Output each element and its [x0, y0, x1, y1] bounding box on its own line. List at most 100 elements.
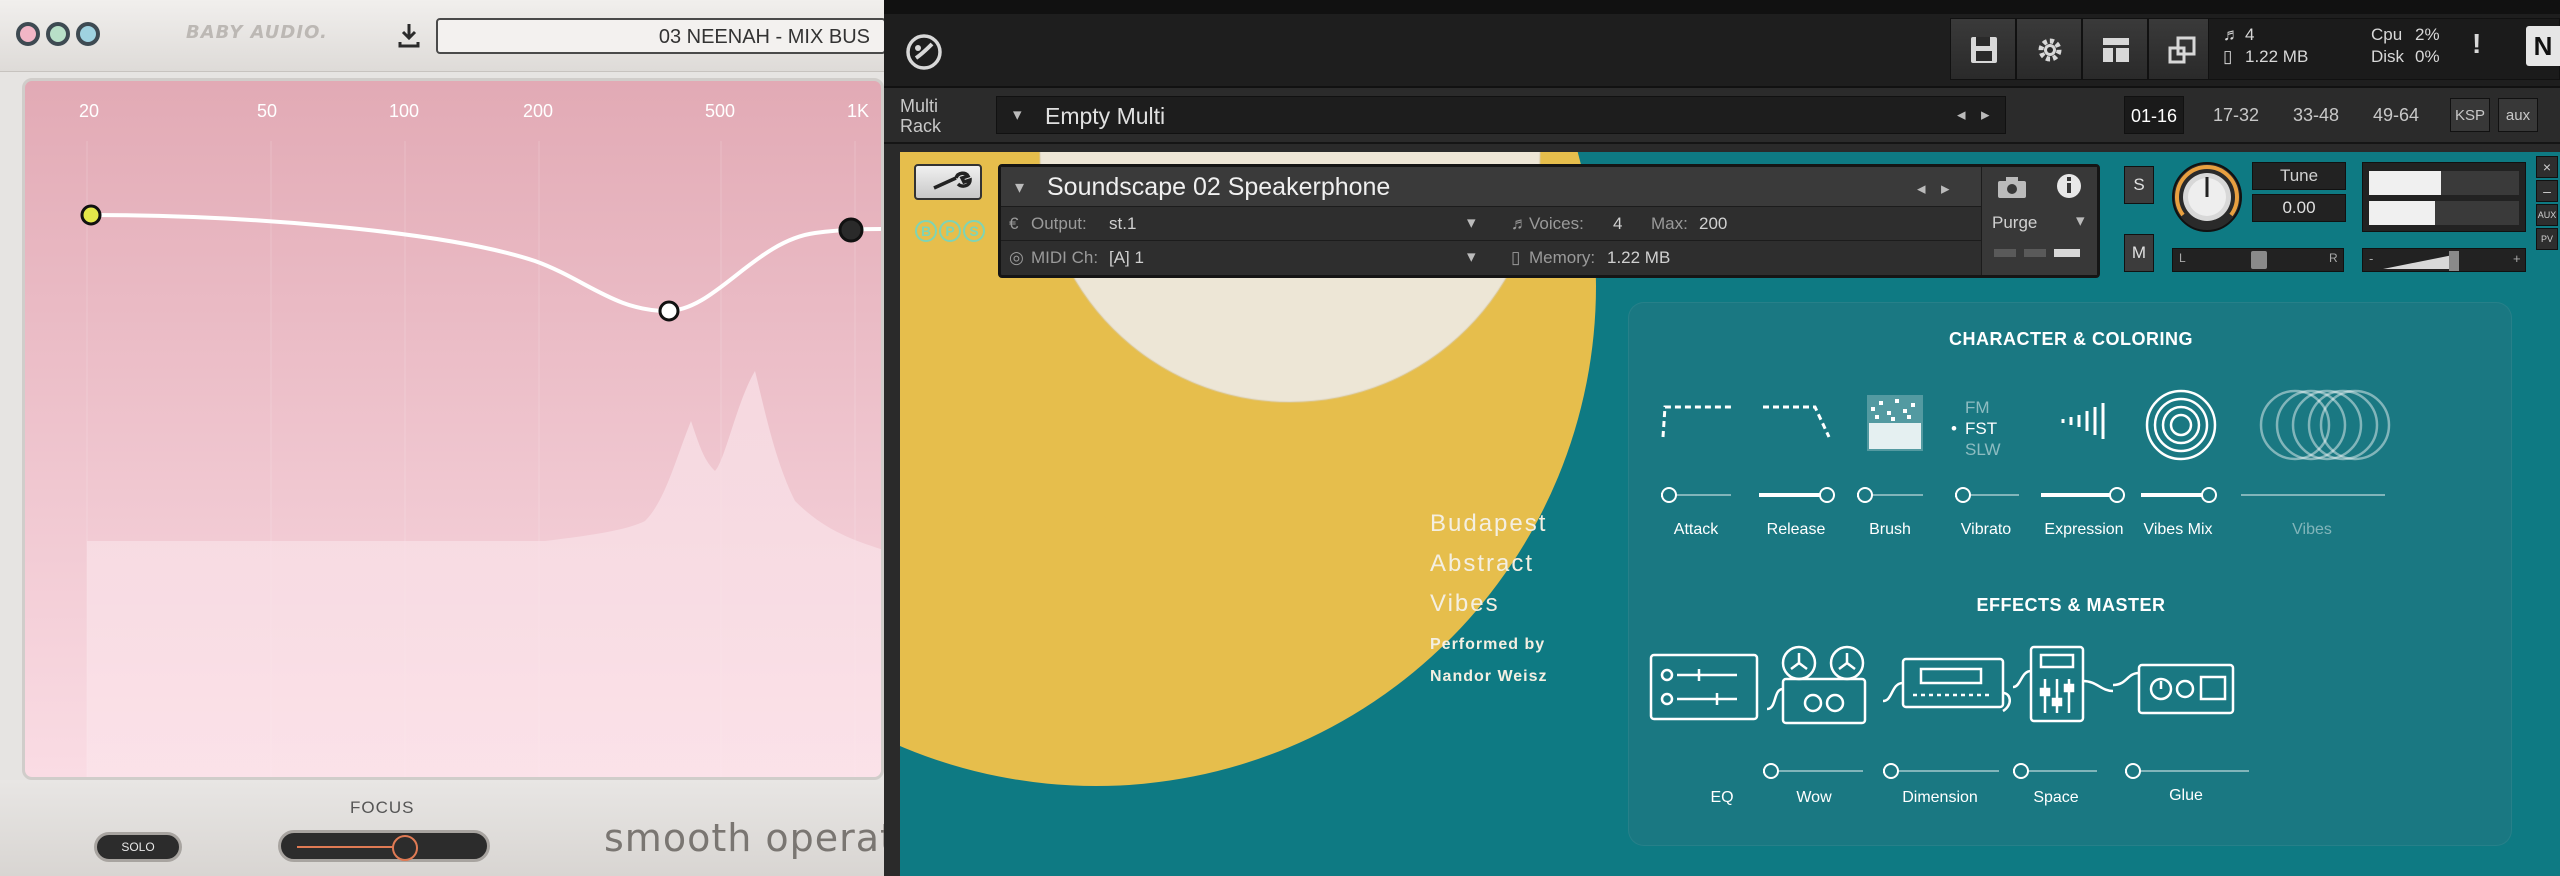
rack-label-line1: Multi — [900, 96, 939, 116]
wow-label: Wow — [1796, 789, 1832, 806]
vibes-mix-slider[interactable] — [2141, 487, 2217, 503]
max-value[interactable]: 200 — [1699, 214, 1727, 234]
window-zoom-dot[interactable] — [76, 22, 100, 46]
instrument-minimize-button[interactable]: – — [2536, 180, 2558, 202]
multi-dropdown-icon[interactable]: ▾ — [1013, 105, 1022, 125]
tune-value[interactable]: 0.00 — [2252, 194, 2346, 222]
pan-slider[interactable]: L R — [2172, 248, 2344, 272]
instrument-close-button[interactable]: × — [2536, 156, 2558, 178]
instrument-aux-button[interactable]: AUX — [2536, 204, 2558, 226]
midi-value[interactable]: [A] 1 — [1109, 248, 1144, 268]
ni-logo-button[interactable]: N — [2526, 26, 2560, 66]
space-slider-knob[interactable] — [2013, 763, 2029, 779]
preset-selector[interactable]: 03 NEENAH - MIX BUS — [436, 18, 884, 54]
glue-slider-knob[interactable] — [2125, 763, 2141, 779]
focus-slider[interactable] — [278, 830, 490, 862]
expression-slider[interactable] — [2041, 487, 2125, 503]
title-word-1: Budapest — [1430, 510, 1548, 537]
instrument-dropdown-icon[interactable]: ▾ — [1015, 177, 1024, 198]
brush-slider-knob[interactable] — [1857, 487, 1873, 503]
wow-slider[interactable] — [1763, 763, 1863, 779]
memory-icon: ▯ — [2223, 47, 2233, 66]
tune-label: Tune — [2252, 162, 2346, 190]
rack-tab-01-16[interactable]: 01-16 — [2124, 96, 2184, 134]
output-value[interactable]: st.1 — [1109, 214, 1136, 234]
cpu-label: Cpu — [2371, 25, 2403, 44]
glue-slider[interactable] — [2125, 763, 2249, 779]
multi-name: Empty Multi — [1045, 103, 1166, 129]
download-icon[interactable] — [394, 20, 424, 50]
rack-label-line2: Rack — [900, 116, 942, 136]
eq-curve-line — [90, 213, 881, 314]
vendor-name: Karanyi Sounds — [940, 508, 1124, 535]
expression-icon — [2061, 403, 2105, 439]
view-button[interactable] — [2082, 18, 2148, 80]
attack-slider[interactable] — [1661, 487, 1731, 503]
vibes-slider-track — [2241, 494, 2385, 496]
solo-mute-column: S M — [2124, 166, 2154, 302]
attack-slider-knob[interactable] — [1661, 487, 1677, 503]
baby-audio-plugin-window: BABY AUDIO. 03 NEENAH - MIX BUS 20 50 10… — [0, 0, 884, 876]
vibrato-slider[interactable] — [1955, 487, 2019, 503]
rack-tab-33-48[interactable]: 33-48 — [2288, 96, 2344, 134]
dimension-slider[interactable] — [1883, 763, 1999, 779]
rack-tab-49-64[interactable]: 49-64 — [2368, 96, 2424, 134]
attack-icon — [1661, 405, 1731, 438]
output-dropdown-icon[interactable]: ▾ — [1467, 213, 1476, 233]
ksp-button[interactable]: KSP — [2450, 98, 2490, 132]
camera-icon[interactable] — [1994, 173, 2030, 201]
plugin-footer: SOLO FOCUS smooth operat — [0, 780, 884, 876]
rack-tab-17-32[interactable]: 17-32 — [2208, 96, 2264, 134]
expression-slider-knob[interactable] — [2109, 487, 2125, 503]
fst-option-fm[interactable]: FM — [1965, 397, 1990, 418]
pan-slider-handle[interactable] — [2251, 251, 2267, 269]
wow-slider-knob[interactable] — [1763, 763, 1779, 779]
warning-indicator[interactable]: ! — [2472, 28, 2481, 60]
vibrato-slider-knob[interactable] — [1955, 487, 1971, 503]
instrument-prev-icon[interactable]: ◂ — [1917, 179, 1926, 199]
vibes-mix-icon — [2145, 389, 2217, 461]
multi-prev-icon[interactable]: ◂ — [1957, 105, 1966, 125]
volume-slider[interactable]: - + — [2362, 248, 2526, 272]
instrument-name[interactable]: Soundscape 02 Speakerphone — [1047, 173, 1390, 202]
release-icon — [1763, 405, 1831, 438]
aux-button[interactable]: aux — [2498, 98, 2538, 132]
solo-button-instrument[interactable]: S — [2124, 166, 2154, 204]
solo-button[interactable]: SOLO — [94, 832, 182, 862]
vibes-mix-slider-knob[interactable] — [2201, 487, 2217, 503]
info-icon[interactable] — [2054, 171, 2084, 201]
gear-icon — [2038, 38, 2062, 62]
release-slider[interactable] — [1759, 487, 1835, 503]
instrument-options-button[interactable] — [914, 164, 982, 200]
window-minimize-dot[interactable] — [46, 22, 70, 46]
fst-option-fst[interactable]: FST — [1965, 418, 1997, 439]
tune-knob[interactable] — [2170, 160, 2244, 234]
brush-slider[interactable] — [1857, 487, 1923, 503]
voices-label: Voices: — [1529, 214, 1584, 233]
fst-option-selected-dot: • — [1951, 419, 1957, 438]
settings-button[interactable] — [2016, 18, 2082, 80]
save-button[interactable] — [1950, 18, 2016, 80]
mute-button-instrument[interactable]: M — [2124, 234, 2154, 272]
purge-button[interactable]: Purge — [1992, 213, 2037, 233]
fst-option-slw[interactable]: SLW — [1965, 439, 2001, 460]
release-slider-knob[interactable] — [1819, 487, 1835, 503]
dimension-slider-knob[interactable] — [1883, 763, 1899, 779]
space-slider[interactable] — [2013, 763, 2097, 779]
kontakt-logo-icon[interactable] — [904, 32, 944, 72]
window-close-dot[interactable] — [16, 22, 40, 46]
purge-dropdown-icon[interactable]: ▾ — [2076, 211, 2085, 231]
vibes-slider[interactable] — [2241, 487, 2385, 503]
multi-name-field[interactable]: ▾ Empty Multi ◂ ▸ — [996, 96, 2006, 134]
multi-next-icon[interactable]: ▸ — [1981, 105, 1990, 125]
space-label: Space — [2033, 789, 2079, 806]
instrument-next-icon[interactable]: ▸ — [1941, 179, 1950, 199]
dimension-slider-track — [1883, 770, 1999, 772]
midi-dropdown-icon[interactable]: ▾ — [1467, 247, 1476, 267]
effects-section-title: EFFECTS & MASTER — [1976, 595, 2166, 615]
focus-slider-knob[interactable] — [392, 835, 418, 861]
resize-button[interactable] — [2148, 18, 2214, 80]
instrument-pv-button[interactable]: PV — [2536, 228, 2558, 250]
eq-curve-display[interactable]: 20 50 100 200 500 1K — [22, 78, 884, 780]
eq-node-mid — [658, 300, 680, 322]
